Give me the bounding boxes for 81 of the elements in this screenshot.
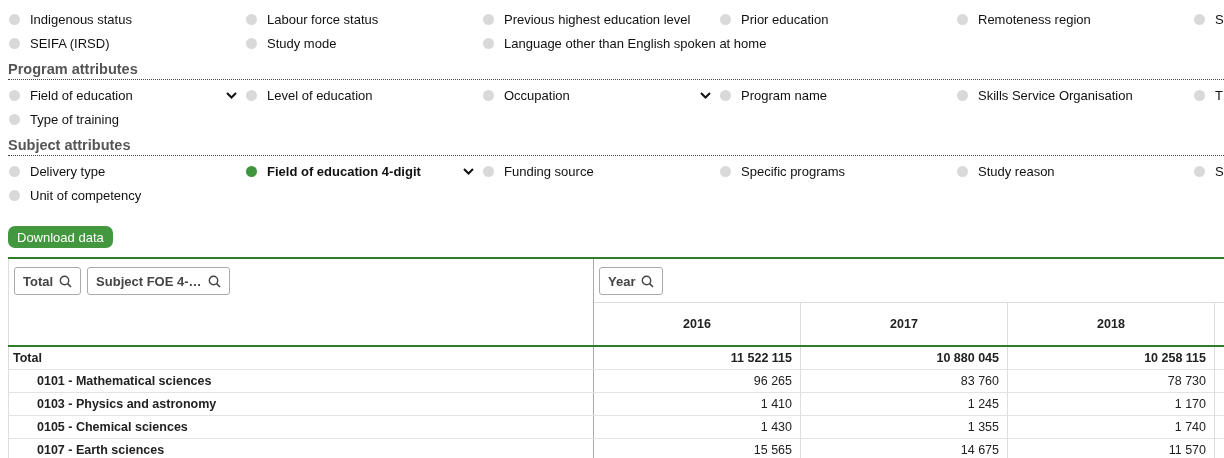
attribute-option[interactable]: Delivery type <box>30 163 106 179</box>
radio-dot[interactable] <box>483 89 494 101</box>
table-cell: 11 522 115 <box>593 346 801 370</box>
radio-dot[interactable] <box>246 13 257 25</box>
attribute-option[interactable]: Level of education <box>267 87 373 103</box>
search-icon <box>207 274 221 288</box>
attribute-option[interactable]: Indigenous status <box>30 11 132 27</box>
table-cell: 15 565 <box>593 438 801 458</box>
column-filter-button[interactable]: Year <box>599 267 664 295</box>
table-cell: 96 265 <box>593 369 801 393</box>
column-header: 2017 <box>800 302 1008 346</box>
table-cell: 83 760 <box>800 369 1008 393</box>
table-cell: 11 570 <box>1007 438 1215 458</box>
table-cell: 14 675 <box>800 438 1008 458</box>
chevron-down-icon[interactable] <box>700 91 711 99</box>
radio-dot[interactable] <box>246 37 257 49</box>
table-cell: 1 430 <box>593 415 801 439</box>
radio-dot[interactable] <box>957 13 968 25</box>
section-heading: Program attributes <box>8 61 1224 80</box>
radio-dot[interactable] <box>9 165 20 177</box>
radio-dot[interactable] <box>9 89 20 101</box>
table-cell: 1 245 <box>800 392 1008 416</box>
row-label: 0103 - Physics and astronomy <box>8 392 594 416</box>
attribute-option[interactable]: Study mode <box>267 35 337 51</box>
attribute-option[interactable]: Type of training <box>30 111 119 127</box>
radio-dot[interactable] <box>483 37 494 49</box>
column-header: 2018 <box>1007 302 1215 346</box>
section-heading: Subject attributes <box>8 137 1224 156</box>
download-data-button[interactable]: Download data <box>8 226 113 248</box>
attribute-option[interactable]: Unit of competency <box>30 187 142 203</box>
radio-dot[interactable] <box>483 13 494 25</box>
radio-dot[interactable] <box>9 113 20 125</box>
row-filter-button[interactable]: Total <box>14 267 82 295</box>
table-cell: 78 730 <box>1007 369 1215 393</box>
table-cell: 10 880 045 <box>800 346 1008 370</box>
search-icon <box>641 274 655 288</box>
search-icon <box>59 274 73 288</box>
table-cell: 1 410 <box>593 392 801 416</box>
radio-dot[interactable] <box>1194 13 1205 25</box>
table-cell: 1 740 <box>1007 415 1215 439</box>
radio-dot[interactable] <box>720 89 731 101</box>
radio-dot[interactable] <box>246 89 257 101</box>
attribute-option[interactable]: Field of education <box>30 87 133 103</box>
radio-dot[interactable] <box>1194 89 1205 101</box>
attribute-option[interactable]: Previous highest education level <box>504 11 691 27</box>
attribute-option[interactable]: Language other than English spoken at home <box>504 35 767 51</box>
radio-dot[interactable] <box>1194 165 1205 177</box>
row-filter-button[interactable]: Subject FOE 4-… <box>87 267 230 295</box>
row-label: Total <box>8 346 594 370</box>
radio-dot[interactable] <box>9 37 20 49</box>
attribute-option[interactable]: T <box>1215 87 1223 103</box>
chevron-down-icon[interactable] <box>226 91 237 99</box>
attribute-option[interactable]: Field of education 4-digit <box>267 163 421 179</box>
radio-dot[interactable] <box>9 13 20 25</box>
attribute-option[interactable]: Skills Service Organisation <box>978 87 1133 103</box>
table-cell: 10 258 115 <box>1007 346 1215 370</box>
radio-dot[interactable] <box>9 189 20 201</box>
attribute-option[interactable]: Study reason <box>978 163 1055 179</box>
attribute-option[interactable]: Occupation <box>504 87 570 103</box>
table-cell: 1 170 <box>1007 392 1215 416</box>
attribute-option[interactable]: Remoteness region <box>978 11 1091 27</box>
attribute-option[interactable]: Prior education <box>741 11 829 27</box>
table-cell: 1 355 <box>800 415 1008 439</box>
attribute-option[interactable]: Labour force status <box>267 11 379 27</box>
attribute-option[interactable]: Program name <box>741 87 827 103</box>
row-label: 0105 - Chemical sciences <box>8 415 594 439</box>
attribute-option[interactable]: S <box>1215 11 1224 27</box>
radio-dot[interactable] <box>720 165 731 177</box>
row-label: 0107 - Earth sciences <box>8 438 594 458</box>
column-header: 2016 <box>593 302 801 346</box>
attribute-option[interactable]: SEIFA (IRSD) <box>30 35 110 51</box>
radio-dot[interactable] <box>246 165 257 177</box>
attribute-option[interactable]: S <box>1215 163 1224 179</box>
radio-dot[interactable] <box>957 89 968 101</box>
chevron-down-icon[interactable] <box>463 167 474 175</box>
attribute-option[interactable]: Funding source <box>504 163 594 179</box>
row-label: 0101 - Mathematical sciences <box>8 369 594 393</box>
radio-dot[interactable] <box>957 165 968 177</box>
attribute-option[interactable]: Specific programs <box>741 163 846 179</box>
radio-dot[interactable] <box>720 13 731 25</box>
radio-dot[interactable] <box>483 165 494 177</box>
